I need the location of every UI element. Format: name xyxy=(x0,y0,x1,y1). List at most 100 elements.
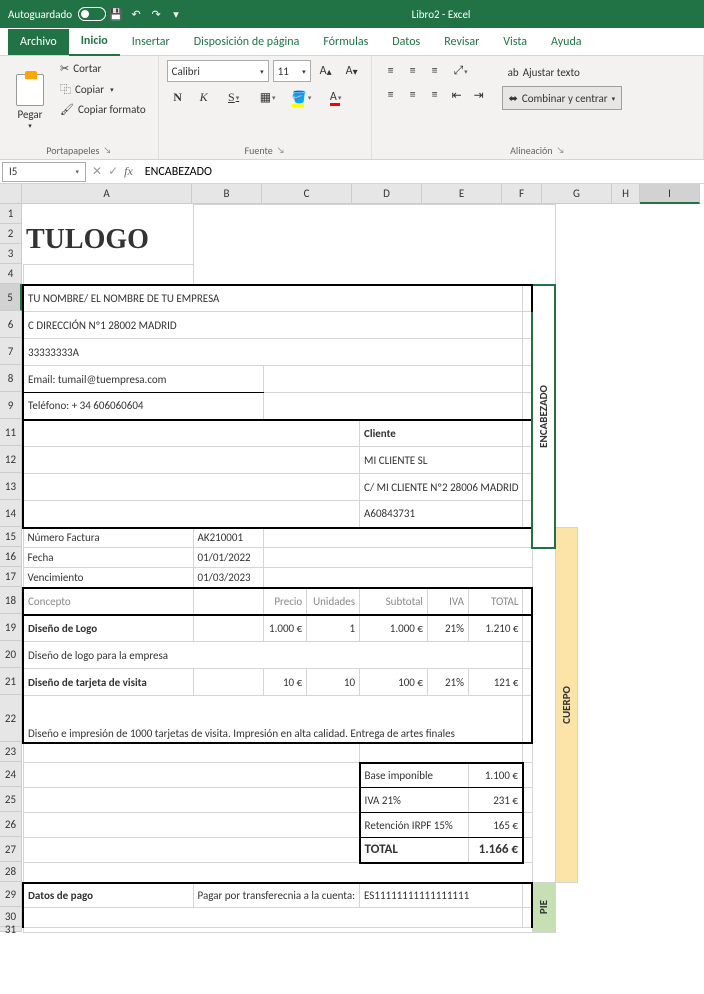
font-launcher[interactable]: ↘ xyxy=(277,145,285,156)
cell[interactable] xyxy=(523,393,533,420)
cell[interactable] xyxy=(523,588,533,615)
cut-button[interactable]: ✂Cortar xyxy=(56,60,150,77)
cell[interactable]: 10 € xyxy=(263,669,307,696)
row-header-20[interactable]: 20 xyxy=(0,641,22,668)
cell[interactable] xyxy=(263,528,532,548)
row-header-13[interactable]: 13 xyxy=(0,473,22,500)
cell[interactable]: Vencimiento xyxy=(23,568,193,588)
cell[interactable]: Base imponible xyxy=(360,763,469,788)
cell[interactable] xyxy=(23,928,532,933)
row-header-21[interactable]: 21 xyxy=(0,668,22,695)
cell[interactable] xyxy=(23,420,360,447)
cell[interactable]: 231 € xyxy=(469,788,523,813)
cell[interactable] xyxy=(263,366,523,393)
cell[interactable]: Teléfono: + 34 606060604 xyxy=(23,393,263,420)
cell[interactable]: 21% xyxy=(427,669,468,696)
side-cuerpo[interactable]: CUERPO xyxy=(555,528,578,883)
name-box[interactable]: I5▾ xyxy=(2,162,86,182)
spreadsheet-grid[interactable]: ABCDEFGHI 123456789111213141516171819202… xyxy=(0,184,704,994)
cell[interactable]: IVA xyxy=(427,588,468,615)
decrease-indent-icon[interactable]: ⇤ xyxy=(446,84,468,106)
cell[interactable]: Pagar por transferecnia a la cuenta: xyxy=(193,883,360,908)
tab-help[interactable]: Ayuda xyxy=(539,29,594,55)
col-header-G[interactable]: G xyxy=(542,184,612,204)
cell[interactable]: TOTAL xyxy=(360,838,469,863)
side-pie[interactable]: PIE xyxy=(532,883,555,933)
cell[interactable] xyxy=(523,788,533,813)
select-all-corner[interactable] xyxy=(0,184,22,204)
row-header-8[interactable]: 8 xyxy=(0,365,22,392)
increase-indent-icon[interactable]: ⇥ xyxy=(468,84,490,106)
font-name-select[interactable]: Calibri▾ xyxy=(167,60,269,82)
cell[interactable]: Fecha xyxy=(23,548,193,568)
row-header-22[interactable]: 22 xyxy=(0,695,22,742)
decrease-font-icon[interactable]: A▾ xyxy=(341,60,363,82)
cell[interactable]: ES11111111111111111 xyxy=(360,883,523,908)
align-right-icon[interactable]: ≡ xyxy=(424,84,446,106)
increase-font-icon[interactable]: A▴ xyxy=(315,60,337,82)
row-header-5[interactable]: 5 xyxy=(0,284,22,311)
cell[interactable] xyxy=(23,265,193,285)
cell[interactable]: Datos de pago xyxy=(23,883,193,908)
row-header-18[interactable]: 18 xyxy=(0,587,22,614)
row-header-1[interactable]: 1 xyxy=(0,204,22,224)
formula-input[interactable] xyxy=(141,165,704,179)
tab-file[interactable]: Archivo xyxy=(8,29,69,55)
cell[interactable]: 33333333A xyxy=(23,339,523,366)
cell[interactable] xyxy=(23,743,360,763)
cell[interactable]: C DIRECCIÓN Nº1 28002 MADRID xyxy=(23,312,523,339)
copy-button[interactable]: ⿻Copiar▾ xyxy=(56,79,150,99)
cell[interactable] xyxy=(23,447,360,474)
cell[interactable] xyxy=(523,669,533,696)
cell[interactable] xyxy=(523,339,533,366)
underline-button[interactable]: S▾ xyxy=(219,86,249,108)
cell[interactable] xyxy=(23,838,360,863)
cell[interactable]: 1.100 € xyxy=(469,763,523,788)
cell[interactable] xyxy=(523,763,533,788)
accept-formula-icon[interactable]: ✓ xyxy=(108,164,118,179)
cell[interactable]: 01/03/2023 xyxy=(193,568,263,588)
cell[interactable] xyxy=(523,743,533,763)
cell[interactable] xyxy=(193,205,555,285)
row-header-17[interactable]: 17 xyxy=(0,567,22,587)
row-header-23[interactable]: 23 xyxy=(0,742,22,762)
merge-center-button[interactable]: ⬌Combinar y centrar▾ xyxy=(502,86,623,110)
cell[interactable] xyxy=(523,285,533,312)
cell[interactable] xyxy=(523,366,533,393)
tab-home[interactable]: Inicio xyxy=(69,28,120,56)
cell[interactable]: 1 xyxy=(307,615,360,642)
cell[interactable] xyxy=(360,743,523,763)
orientation-icon[interactable]: ⤢▾ xyxy=(446,60,476,82)
paste-button[interactable]: Pegar ▾ xyxy=(8,60,52,144)
cell[interactable] xyxy=(263,568,532,588)
cell[interactable] xyxy=(523,312,533,339)
row-header-29[interactable]: 29 xyxy=(0,882,22,907)
cell[interactable]: 1.000 € xyxy=(360,615,428,642)
cell[interactable] xyxy=(193,669,263,696)
side-encabezado[interactable]: ENCABEZADO xyxy=(532,285,555,548)
cell[interactable]: 10 xyxy=(307,669,360,696)
tab-data[interactable]: Datos xyxy=(380,29,432,55)
cell[interactable]: A60843731 xyxy=(360,501,523,528)
cell[interactable]: 21% xyxy=(427,615,468,642)
cell[interactable]: TOTAL xyxy=(469,588,523,615)
row-header-31[interactable]: 31 xyxy=(0,927,22,932)
autosave-toggle[interactable]: Autoguardado xyxy=(8,7,106,21)
format-painter-button[interactable]: 🖌Copiar formato xyxy=(56,101,150,118)
row-header-24[interactable]: 24 xyxy=(0,762,22,787)
align-left-icon[interactable]: ≡ xyxy=(380,84,402,106)
align-center-icon[interactable]: ≡ xyxy=(402,84,424,106)
cell[interactable] xyxy=(523,883,533,908)
tab-page-layout[interactable]: Disposición de página xyxy=(182,29,312,55)
col-header-I[interactable]: I xyxy=(640,184,700,204)
cell[interactable] xyxy=(23,501,360,528)
cancel-formula-icon[interactable]: ✕ xyxy=(92,164,102,179)
row-header-3[interactable]: 3 xyxy=(0,244,22,264)
borders-button[interactable]: ▦▾ xyxy=(253,86,283,108)
cell[interactable] xyxy=(23,763,360,788)
cell[interactable] xyxy=(523,501,533,528)
cell[interactable]: Email: tumail@tuempresa.com xyxy=(23,366,263,393)
wrap-text-button[interactable]: abAjustar texto xyxy=(502,60,623,84)
cell[interactable] xyxy=(523,474,533,501)
cell[interactable]: Número Factura xyxy=(23,528,193,548)
